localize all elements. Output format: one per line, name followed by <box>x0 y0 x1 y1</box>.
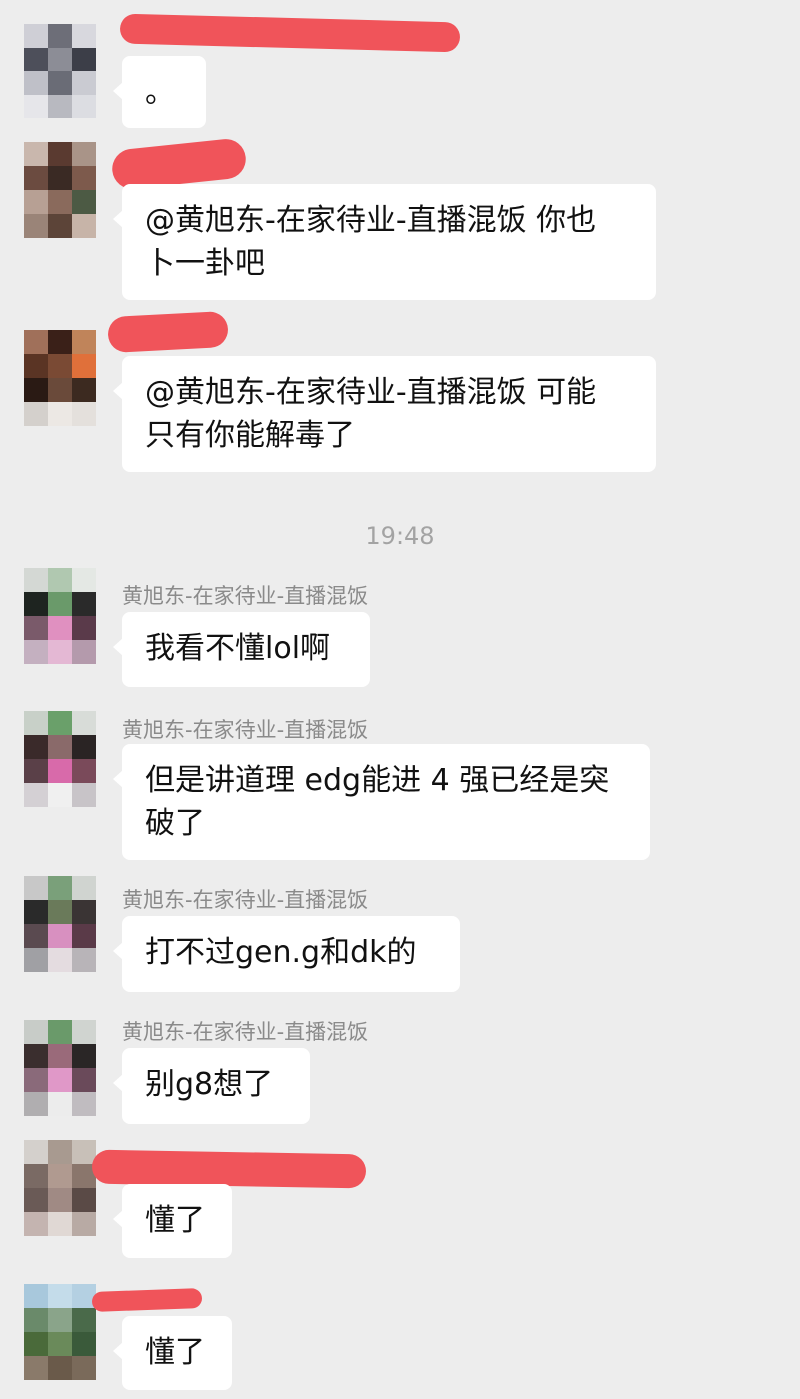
avatar[interactable] <box>24 711 96 807</box>
sender-name: 黄旭东-在家待业-直播混饭 <box>122 1020 369 1044</box>
message-bubble[interactable]: @黄旭东-在家待业-直播混饭 可能 只有你能解毒了 <box>113 356 656 472</box>
sender-name: 黄旭东-在家待业-直播混饭 <box>122 888 369 912</box>
message-bubble[interactable]: 但是讲道理 edg能进 4 强已经是突 破了 <box>113 744 650 860</box>
message-bubble[interactable]: 。 <box>113 56 206 128</box>
message-bubble[interactable]: @黄旭东-在家待业-直播混饭 你也 卜一卦吧 <box>113 184 656 300</box>
avatar[interactable] <box>24 1140 96 1236</box>
redacted-name <box>107 310 229 354</box>
avatar[interactable] <box>24 876 96 972</box>
avatar[interactable] <box>24 1284 96 1380</box>
avatar[interactable] <box>24 1020 96 1116</box>
message-bubble[interactable]: 打不过gen.g和dk的 <box>113 916 460 992</box>
redacted-name <box>91 1288 203 1312</box>
redacted-name <box>119 13 461 53</box>
redacted-name <box>110 137 248 191</box>
sender-name: 黄旭东-在家待业-直播混饭 <box>122 718 369 742</box>
avatar[interactable] <box>24 142 96 238</box>
avatar[interactable] <box>24 568 96 664</box>
redacted-name <box>91 1149 367 1189</box>
message-bubble[interactable]: 懂了 <box>113 1316 232 1390</box>
sender-name: 黄旭东-在家待业-直播混饭 <box>122 584 369 608</box>
avatar[interactable] <box>24 330 96 426</box>
message-bubble[interactable]: 我看不懂lol啊 <box>113 612 370 687</box>
message-bubble[interactable]: 懂了 <box>113 1184 232 1258</box>
timestamp: 19:48 <box>365 522 435 550</box>
avatar[interactable] <box>24 24 96 118</box>
message-bubble[interactable]: 别g8想了 <box>113 1048 310 1124</box>
